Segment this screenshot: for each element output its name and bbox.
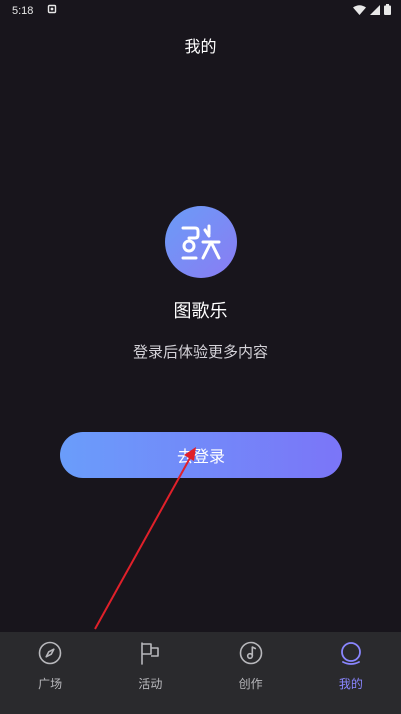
tab-label: 活动 [138, 677, 163, 691]
compass-icon [38, 641, 62, 665]
logo-glyph [181, 224, 221, 260]
settings-icon [47, 4, 57, 14]
tab-square[interactable]: 广场 [0, 632, 100, 714]
tab-label: 广场 [38, 677, 63, 691]
status-time: 5:18 [12, 5, 34, 17]
music-disc-icon [239, 641, 262, 665]
signal-icon [370, 4, 380, 15]
battery-icon [384, 4, 391, 15]
app-logo-icon [165, 206, 237, 278]
login-button[interactable]: 去登录 [60, 432, 342, 478]
tab-label: 我的 [338, 677, 363, 691]
page-title: 我的 [184, 37, 217, 56]
profile-icon [340, 642, 361, 665]
tab-label: 创作 [238, 677, 263, 691]
bottom-tab-bar: 广场 活动 创作 我的 [0, 632, 401, 714]
tab-activity[interactable]: 活动 [100, 632, 200, 714]
login-prompt: 登录后体验更多内容 [132, 343, 268, 361]
status-bar: 5:18 [0, 0, 401, 24]
app-name: 图歌乐 [173, 301, 228, 322]
status-icons [353, 4, 391, 15]
tab-mine[interactable]: 我的 [301, 632, 401, 714]
wifi-icon [353, 4, 366, 15]
flag-icon [141, 642, 160, 665]
tab-create[interactable]: 创作 [201, 632, 301, 714]
